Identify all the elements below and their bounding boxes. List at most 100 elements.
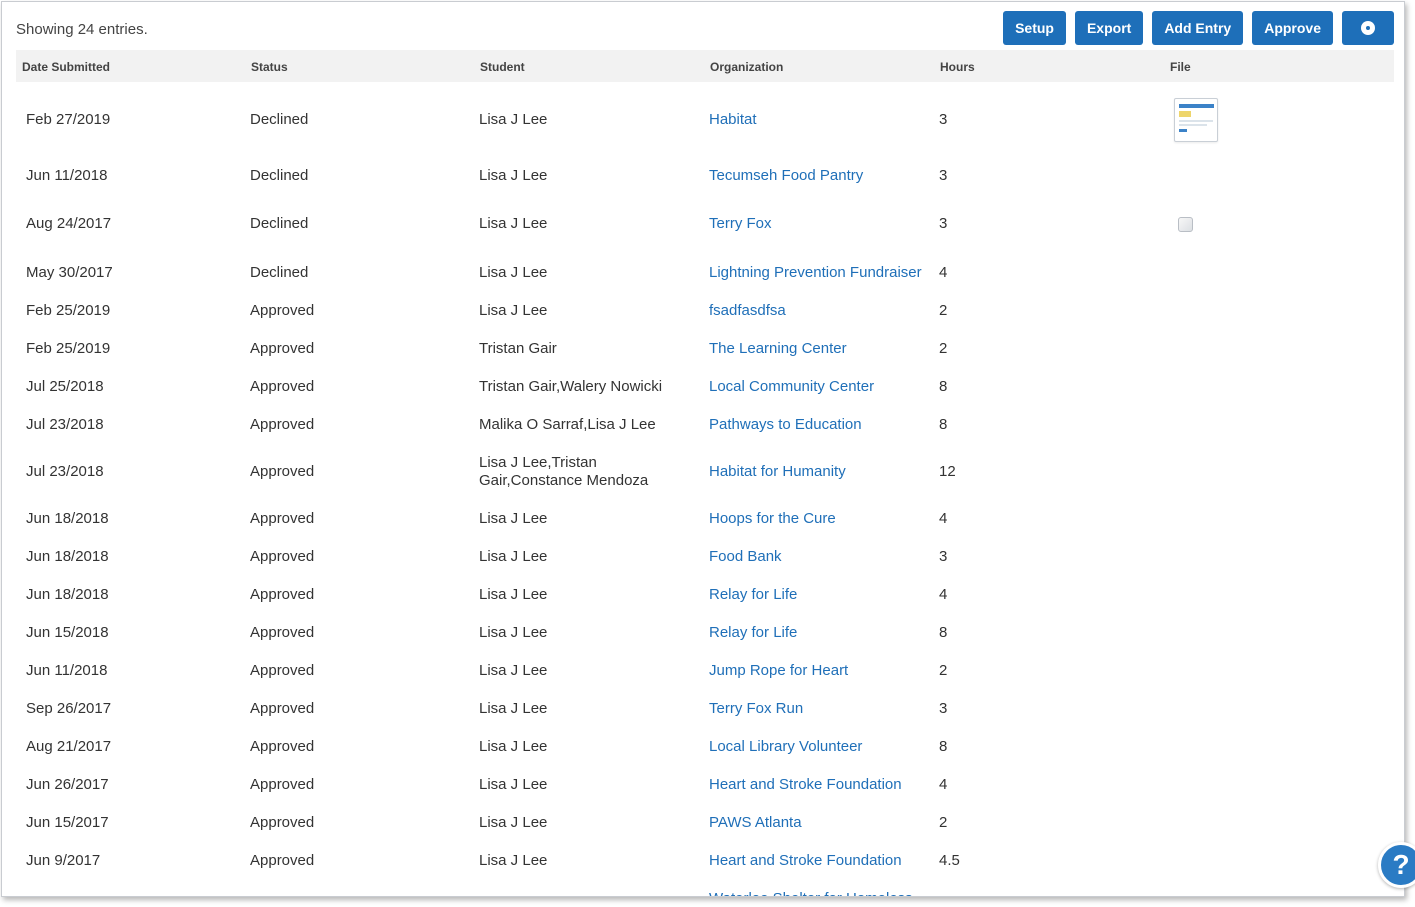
student-cell-text: Lisa J Lee [479, 852, 548, 869]
organization-link-text[interactable]: Local Library Volunteer [709, 738, 862, 756]
organization-link[interactable]: The Learning Center [709, 330, 847, 368]
date-cell-text: Sep 26/2017 [26, 700, 112, 717]
hours-cell-text: 8 [939, 738, 948, 755]
organization-link[interactable]: Tecumseh Food Pantry [709, 158, 863, 194]
approve-button[interactable]: Approve [1252, 11, 1333, 45]
student-cell: Lisa J Lee [479, 194, 679, 254]
student-cell: Malika O Sarraf,Lisa J Lee [479, 406, 679, 444]
status-cell: Approved [250, 614, 314, 652]
column-student[interactable]: Student [480, 60, 525, 74]
table-row: Jun 18/2018 Approved Lisa J Lee Food Bank 3 [16, 538, 1394, 576]
organization-link[interactable]: Terry Fox Run [709, 690, 803, 728]
organization-link-text[interactable]: Jump Rope for Heart [709, 662, 848, 680]
student-cell: Lisa J Lee [479, 158, 679, 194]
settings-button[interactable] [1342, 11, 1394, 45]
column-file[interactable]: File [1170, 60, 1191, 74]
hours-cell: 3 [939, 690, 947, 728]
organization-link[interactable]: Hoops for the Cure [709, 500, 836, 538]
column-organization[interactable]: Organization [710, 60, 783, 74]
student-cell-text: Lisa J Lee,Tristan Gair,Constance Mendoz… [479, 454, 649, 489]
add-entry-button[interactable]: Add Entry [1152, 11, 1244, 45]
organization-link-text[interactable]: Local Community Center [709, 378, 874, 396]
organization-link-text[interactable]: Habitat [709, 111, 757, 129]
entries-window: Showing 24 entries. Setup Export Add Ent… [1, 1, 1405, 897]
organization-link-text[interactable]: Heart and Stroke Foundation [709, 776, 902, 794]
date-cell-text: Feb 25/2019 [26, 302, 111, 319]
status-cell-text: Approved [250, 624, 315, 641]
hours-cell-text: 3 [939, 215, 948, 232]
student-cell-text: Lisa J Lee [479, 624, 548, 641]
organization-link[interactable]: Habitat for Humanity [709, 444, 846, 500]
organization-link[interactable]: Heart and Stroke Foundation [709, 766, 902, 804]
column-status[interactable]: Status [251, 60, 288, 74]
export-button[interactable]: Export [1074, 11, 1144, 45]
table-row: Jun 15/2018 Approved Lisa J Lee Relay for L… [16, 614, 1394, 652]
organization-link[interactable]: Relay for Life [709, 614, 797, 652]
student-cell-text: Lisa J Lee [479, 776, 548, 793]
organization-link[interactable]: Relay for Life [709, 576, 797, 614]
organization-link[interactable]: Local Community Center [709, 368, 874, 406]
student-cell: Tristan Gair [479, 330, 679, 368]
organization-link-text[interactable]: Relay for Life [709, 624, 797, 642]
organization-link[interactable]: Food Bank [709, 538, 782, 576]
hours-cell-text: 4 [939, 586, 948, 603]
student-cell-text: Lisa J Lee [479, 510, 548, 527]
organization-link[interactable]: Local Library Volunteer [709, 728, 862, 766]
organization-link[interactable]: Habitat [709, 82, 757, 158]
hours-cell-text: 3 [939, 548, 948, 565]
status-cell: Declined [250, 194, 308, 254]
organization-link[interactable]: Waterloo Shelter for Homeless [709, 880, 913, 896]
date-cell-text: Feb 27/2019 [26, 111, 111, 128]
file-thumbnail[interactable] [1174, 98, 1218, 142]
broken-image-icon[interactable] [1178, 216, 1193, 232]
hours-cell: 2 [939, 292, 947, 330]
organization-link-text[interactable]: Heart and Stroke Foundation [709, 852, 902, 870]
organization-link-text[interactable]: Terry Fox Run [709, 700, 803, 718]
organization-link[interactable]: Pathways to Education [709, 406, 862, 444]
hours-cell-text: 4 [939, 264, 948, 281]
date-cell: Jun 15/2018 [26, 614, 109, 652]
organization-link-text[interactable]: fsadfasdfsa [709, 302, 786, 320]
organization-link-text[interactable]: The Learning Center [709, 340, 847, 358]
student-cell-text: Malika O Sarraf,Lisa J Lee [479, 416, 656, 433]
table-row: May 30/2017 Declined Lisa J Lee Lightning P… [16, 254, 1394, 292]
organization-link[interactable]: Heart and Stroke Foundation [709, 842, 902, 880]
organization-link[interactable]: PAWS Atlanta [709, 804, 802, 842]
organization-link-text[interactable]: Habitat for Humanity [709, 463, 846, 481]
status-cell-text: Approved [250, 463, 315, 480]
organization-link-text[interactable]: Pathways to Education [709, 416, 862, 434]
organization-link-text[interactable]: Waterloo Shelter for Homeless [709, 890, 913, 896]
hours-cell-text: 12 [939, 463, 956, 480]
hours-cell-text: 8 [939, 378, 948, 395]
organization-link[interactable]: Jump Rope for Heart [709, 652, 848, 690]
status-cell: Approved [250, 500, 314, 538]
student-cell: Lisa J Lee,Tristan Gair,Constance Mendoz… [479, 444, 679, 500]
organization-link-text[interactable]: Tecumseh Food Pantry [709, 167, 863, 185]
student-cell: Lisa J Lee [479, 576, 679, 614]
student-cell-text: Lisa J Lee [479, 700, 548, 717]
status-cell-text: Declined [250, 264, 309, 281]
setup-button[interactable]: Setup [1003, 11, 1066, 45]
organization-link-text[interactable]: PAWS Atlanta [709, 814, 802, 832]
date-cell: Sep 26/2017 [26, 690, 111, 728]
organization-link-text[interactable]: Relay for Life [709, 586, 797, 604]
organization-link[interactable]: Terry Fox [709, 194, 772, 254]
hours-cell-text: 4.5 [939, 852, 960, 869]
status-cell-text: Approved [250, 852, 315, 869]
column-date-submitted[interactable]: Date Submitted [22, 60, 110, 74]
column-hours[interactable]: Hours [940, 60, 975, 74]
date-cell: Jun 9/2017 [26, 842, 100, 880]
table-row: Jun 15/2017 Approved Lisa J Lee PAWS Atlant… [16, 804, 1394, 842]
organization-link-text[interactable]: Terry Fox [709, 215, 772, 233]
date-cell-text: Jun 15/2017 [26, 814, 109, 831]
status-cell: Approved [250, 728, 314, 766]
organization-link[interactable]: Lightning Prevention Fundraiser [709, 254, 922, 292]
table-row: Feb 25/2019 Approved Tristan Gair The Learn… [16, 330, 1394, 368]
organization-link-text[interactable]: Lightning Prevention Fundraiser [709, 264, 922, 282]
organization-link[interactable]: fsadfasdfsa [709, 292, 786, 330]
hours-cell: 3 [939, 538, 947, 576]
organization-link-text[interactable]: Hoops for the Cure [709, 510, 836, 528]
organization-link-text[interactable]: Food Bank [709, 548, 782, 566]
table-row: Jun 11/2018 Approved Lisa J Lee Jump Rope f… [16, 652, 1394, 690]
table-row: Aug 21/2017 Approved Lisa J Lee Local Libra… [16, 728, 1394, 766]
